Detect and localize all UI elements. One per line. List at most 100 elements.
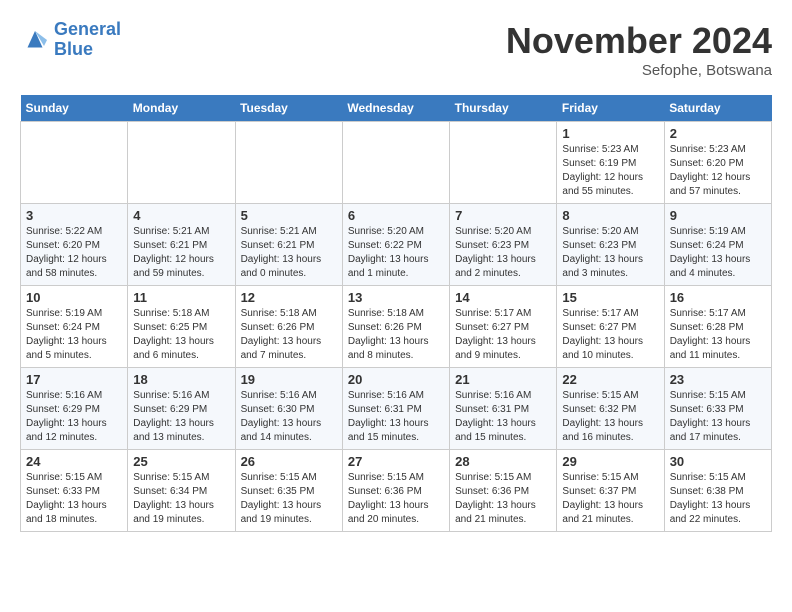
day-number: 13 — [348, 290, 444, 305]
calendar-cell: 5 Sunrise: 5:21 AM Sunset: 6:21 PM Daylig… — [235, 204, 342, 286]
day-info: Sunrise: 5:15 AM Sunset: 6:32 PM Dayligh… — [562, 389, 658, 445]
calendar-cell: 2Sunrise: 5:23 AM Sunset: 6:20 PM Daylig… — [664, 122, 771, 204]
day-number: 25 — [133, 454, 229, 469]
calendar-day-header: Thursday — [450, 95, 557, 122]
calendar-cell: 27 Sunrise: 5:15 AM Sunset: 6:36 PM Dayli… — [342, 450, 449, 532]
day-number: 3 — [26, 208, 122, 223]
calendar-cell: 11Sunrise: 5:18 AM Sunset: 6:25 PM Dayli… — [128, 286, 235, 368]
day-number: 23 — [670, 372, 766, 387]
day-info: Sunrise: 5:15 AM Sunset: 6:38 PM Dayligh… — [670, 471, 766, 527]
day-number: 19 — [241, 372, 337, 387]
logo-icon — [20, 25, 50, 55]
day-info: Sunrise: 5:15 AM Sunset: 6:33 PM Dayligh… — [670, 389, 766, 445]
day-number: 29 — [562, 454, 658, 469]
day-number: 15 — [562, 290, 658, 305]
calendar-cell: 8 Sunrise: 5:20 AM Sunset: 6:23 PM Daylig… — [557, 204, 664, 286]
calendar-cell: 1Sunrise: 5:23 AM Sunset: 6:19 PM Daylig… — [557, 122, 664, 204]
day-number: 12 — [241, 290, 337, 305]
day-number: 24 — [26, 454, 122, 469]
day-number: 7 — [455, 208, 551, 223]
calendar-cell: 24 Sunrise: 5:15 AM Sunset: 6:33 PM Dayli… — [21, 450, 128, 532]
day-number: 9 — [670, 208, 766, 223]
day-info: Sunrise: 5:18 AM Sunset: 6:25 PM Dayligh… — [133, 307, 229, 363]
day-number: 30 — [670, 454, 766, 469]
day-info: Sunrise: 5:22 AM Sunset: 6:20 PM Dayligh… — [26, 225, 122, 281]
day-number: 6 — [348, 208, 444, 223]
calendar-cell: 23 Sunrise: 5:15 AM Sunset: 6:33 PM Dayli… — [664, 368, 771, 450]
calendar-week-row: 1Sunrise: 5:23 AM Sunset: 6:19 PM Daylig… — [21, 122, 772, 204]
day-number: 20 — [348, 372, 444, 387]
calendar-cell — [128, 122, 235, 204]
day-number: 28 — [455, 454, 551, 469]
day-info: Sunrise: 5:15 AM Sunset: 6:33 PM Dayligh… — [26, 471, 122, 527]
calendar-cell: 10 Sunrise: 5:19 AM Sunset: 6:24 PM Dayli… — [21, 286, 128, 368]
calendar-cell: 26 Sunrise: 5:15 AM Sunset: 6:35 PM Dayli… — [235, 450, 342, 532]
logo: General Blue — [20, 20, 121, 60]
calendar-table: SundayMondayTuesdayWednesdayThursdayFrid… — [20, 95, 772, 532]
day-info: Sunrise: 5:19 AM Sunset: 6:24 PM Dayligh… — [26, 307, 122, 363]
day-info: Sunrise: 5:15 AM Sunset: 6:36 PM Dayligh… — [455, 471, 551, 527]
day-number: 26 — [241, 454, 337, 469]
day-info: Sunrise: 5:18 AM Sunset: 6:26 PM Dayligh… — [241, 307, 337, 363]
calendar-cell: 28 Sunrise: 5:15 AM Sunset: 6:36 PM Dayli… — [450, 450, 557, 532]
day-info: Sunrise: 5:15 AM Sunset: 6:35 PM Dayligh… — [241, 471, 337, 527]
calendar-cell: 17 Sunrise: 5:16 AM Sunset: 6:29 PM Dayli… — [21, 368, 128, 450]
day-info: Sunrise: 5:17 AM Sunset: 6:27 PM Dayligh… — [455, 307, 551, 363]
day-info: Sunrise: 5:15 AM Sunset: 6:37 PM Dayligh… — [562, 471, 658, 527]
calendar-week-row: 10 Sunrise: 5:19 AM Sunset: 6:24 PM Dayli… — [21, 286, 772, 368]
logo-text: General Blue — [54, 20, 121, 60]
calendar-day-header: Saturday — [664, 95, 771, 122]
location: Sefophe, Botswana — [506, 62, 772, 79]
calendar-day-header: Friday — [557, 95, 664, 122]
calendar-cell: 9 Sunrise: 5:19 AM Sunset: 6:24 PM Daylig… — [664, 204, 771, 286]
day-info: Sunrise: 5:23 AM Sunset: 6:20 PM Dayligh… — [670, 143, 766, 199]
calendar-cell — [21, 122, 128, 204]
day-info: Sunrise: 5:16 AM Sunset: 6:30 PM Dayligh… — [241, 389, 337, 445]
day-number: 1 — [562, 126, 658, 141]
day-number: 4 — [133, 208, 229, 223]
calendar-cell: 21Sunrise: 5:16 AM Sunset: 6:31 PM Dayli… — [450, 368, 557, 450]
day-number: 10 — [26, 290, 122, 305]
calendar-cell: 6Sunrise: 5:20 AM Sunset: 6:22 PM Daylig… — [342, 204, 449, 286]
calendar-day-header: Sunday — [21, 95, 128, 122]
day-number: 5 — [241, 208, 337, 223]
day-info: Sunrise: 5:21 AM Sunset: 6:21 PM Dayligh… — [133, 225, 229, 281]
day-number: 27 — [348, 454, 444, 469]
day-number: 22 — [562, 372, 658, 387]
day-info: Sunrise: 5:15 AM Sunset: 6:36 PM Dayligh… — [348, 471, 444, 527]
day-number: 17 — [26, 372, 122, 387]
calendar-cell: 12 Sunrise: 5:18 AM Sunset: 6:26 PM Dayli… — [235, 286, 342, 368]
day-info: Sunrise: 5:19 AM Sunset: 6:24 PM Dayligh… — [670, 225, 766, 281]
calendar-cell: 7 Sunrise: 5:20 AM Sunset: 6:23 PM Daylig… — [450, 204, 557, 286]
calendar-cell: 14 Sunrise: 5:17 AM Sunset: 6:27 PM Dayli… — [450, 286, 557, 368]
calendar-day-header: Tuesday — [235, 95, 342, 122]
calendar-cell: 29 Sunrise: 5:15 AM Sunset: 6:37 PM Dayli… — [557, 450, 664, 532]
day-info: Sunrise: 5:16 AM Sunset: 6:29 PM Dayligh… — [133, 389, 229, 445]
day-number: 18 — [133, 372, 229, 387]
calendar-day-header: Monday — [128, 95, 235, 122]
day-info: Sunrise: 5:20 AM Sunset: 6:23 PM Dayligh… — [562, 225, 658, 281]
day-info: Sunrise: 5:16 AM Sunset: 6:29 PM Dayligh… — [26, 389, 122, 445]
calendar-cell: 25 Sunrise: 5:15 AM Sunset: 6:34 PM Dayli… — [128, 450, 235, 532]
calendar-cell — [235, 122, 342, 204]
day-number: 8 — [562, 208, 658, 223]
day-info: Sunrise: 5:18 AM Sunset: 6:26 PM Dayligh… — [348, 307, 444, 363]
calendar-week-row: 3 Sunrise: 5:22 AM Sunset: 6:20 PM Daylig… — [21, 204, 772, 286]
day-info: Sunrise: 5:20 AM Sunset: 6:23 PM Dayligh… — [455, 225, 551, 281]
calendar-cell — [342, 122, 449, 204]
calendar-cell: 15Sunrise: 5:17 AM Sunset: 6:27 PM Dayli… — [557, 286, 664, 368]
calendar-cell: 4 Sunrise: 5:21 AM Sunset: 6:21 PM Daylig… — [128, 204, 235, 286]
calendar-day-header: Wednesday — [342, 95, 449, 122]
calendar-cell: 19 Sunrise: 5:16 AM Sunset: 6:30 PM Dayli… — [235, 368, 342, 450]
calendar-week-row: 17 Sunrise: 5:16 AM Sunset: 6:29 PM Dayli… — [21, 368, 772, 450]
page-header: General Blue November 2024 Sefophe, Bots… — [20, 20, 772, 79]
day-info: Sunrise: 5:21 AM Sunset: 6:21 PM Dayligh… — [241, 225, 337, 281]
calendar-cell — [450, 122, 557, 204]
day-number: 14 — [455, 290, 551, 305]
day-info: Sunrise: 5:17 AM Sunset: 6:28 PM Dayligh… — [670, 307, 766, 363]
day-info: Sunrise: 5:15 AM Sunset: 6:34 PM Dayligh… — [133, 471, 229, 527]
day-number: 16 — [670, 290, 766, 305]
calendar-cell: 20 Sunrise: 5:16 AM Sunset: 6:31 PM Dayli… — [342, 368, 449, 450]
calendar-cell: 3 Sunrise: 5:22 AM Sunset: 6:20 PM Daylig… — [21, 204, 128, 286]
day-info: Sunrise: 5:16 AM Sunset: 6:31 PM Dayligh… — [348, 389, 444, 445]
